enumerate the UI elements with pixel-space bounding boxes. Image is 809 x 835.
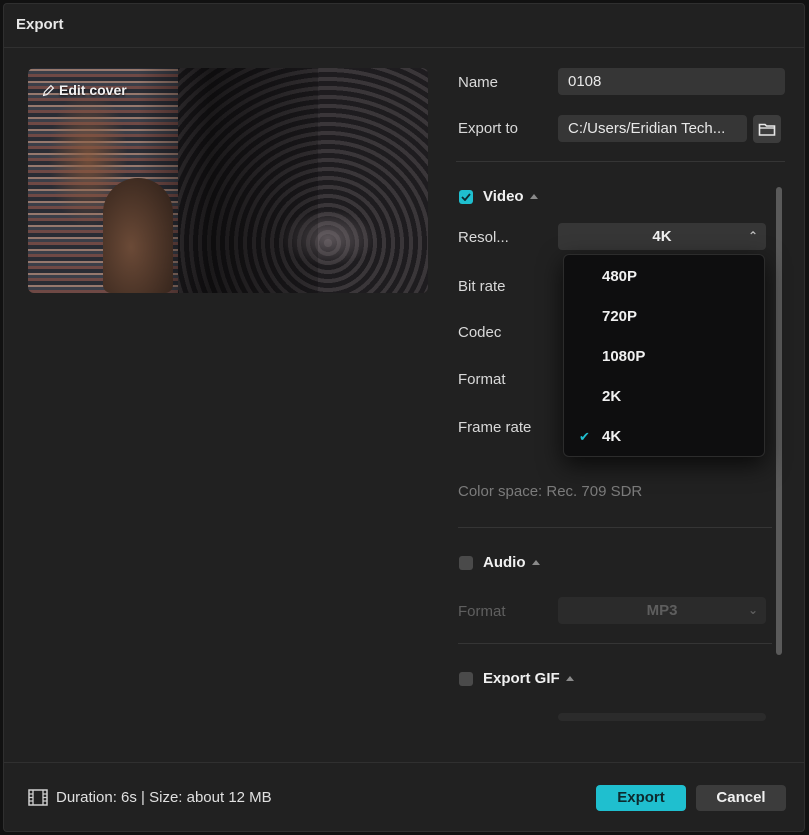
audio-section-header[interactable]: Audio xyxy=(459,554,540,571)
pencil-icon xyxy=(42,84,55,96)
audio-section-label: Audio xyxy=(483,554,526,571)
bitrate-label: Bit rate xyxy=(458,278,506,295)
checkmark-icon xyxy=(461,192,471,201)
edit-cover-label: Edit cover xyxy=(59,82,127,98)
resolution-select[interactable]: 4K ⌃ xyxy=(558,223,766,250)
export-summary: Duration: 6s | Size: about 12 MB xyxy=(28,789,272,806)
dialog-titlebar: Export xyxy=(4,4,804,48)
cancel-button[interactable]: Cancel xyxy=(696,785,786,811)
collapse-caret-icon[interactable] xyxy=(529,194,538,199)
edit-cover-button[interactable]: Edit cover xyxy=(42,82,127,98)
video-preview-thumbnail[interactable]: Edit cover xyxy=(28,68,428,293)
selected-check-icon: ✔ xyxy=(579,429,590,444)
footer-divider xyxy=(4,762,804,763)
name-input[interactable]: 0108 xyxy=(558,68,785,95)
chevron-up-icon: ⌃ xyxy=(747,229,758,243)
collapse-caret-icon[interactable] xyxy=(531,560,540,565)
video-section-label: Video xyxy=(483,188,524,205)
resolution-option-480p[interactable]: 480P xyxy=(564,257,764,297)
browse-folder-button[interactable] xyxy=(753,115,781,143)
gif-section-label: Export GIF xyxy=(483,670,560,687)
audio-checkbox[interactable] xyxy=(459,555,473,570)
audio-format-value: MP3 xyxy=(646,602,678,619)
format-label: Format xyxy=(458,371,506,388)
export-button[interactable]: Export xyxy=(596,785,686,811)
divider xyxy=(456,161,785,162)
name-label: Name xyxy=(458,74,499,91)
resolution-value: 4K xyxy=(652,228,672,245)
folder-icon xyxy=(758,123,776,136)
export-path-input[interactable]: C:/Users/Eridian Tech... xyxy=(558,115,747,142)
resolution-label: Resol... xyxy=(458,229,509,246)
export-dialog: Export Edit cover Name 0108 Export to C:… xyxy=(3,3,805,832)
divider xyxy=(458,527,772,528)
gif-resolution-select-partial xyxy=(558,713,766,721)
video-section-header[interactable]: Video xyxy=(459,188,538,205)
export-to-label: Export to xyxy=(458,120,519,137)
divider xyxy=(458,643,772,644)
resolution-dropdown-menu: 480P 720P 1080P 2K ✔ 4K xyxy=(563,254,765,457)
color-space-text: Color space: Rec. 709 SDR xyxy=(458,483,643,500)
codec-label: Codec xyxy=(458,324,502,341)
film-icon xyxy=(28,789,48,806)
collapse-caret-icon[interactable] xyxy=(565,676,574,681)
chevron-down-icon: ⌄ xyxy=(747,603,758,617)
gif-checkbox[interactable] xyxy=(459,671,473,686)
duration-size-text: Duration: 6s | Size: about 12 MB xyxy=(56,789,272,806)
resolution-option-2k[interactable]: 2K xyxy=(564,377,764,417)
resolution-option-720p[interactable]: 720P xyxy=(564,297,764,337)
scrollbar[interactable] xyxy=(776,187,782,655)
resolution-option-1080p[interactable]: 1080P xyxy=(564,337,764,377)
framerate-label: Frame rate xyxy=(458,419,532,436)
dialog-title: Export xyxy=(16,16,64,33)
video-checkbox[interactable] xyxy=(459,189,473,204)
resolution-option-4k[interactable]: ✔ 4K xyxy=(564,417,764,457)
gif-section-header[interactable]: Export GIF xyxy=(459,670,574,687)
audio-format-label: Format xyxy=(458,603,506,620)
audio-format-select[interactable]: MP3 ⌄ xyxy=(558,597,766,624)
